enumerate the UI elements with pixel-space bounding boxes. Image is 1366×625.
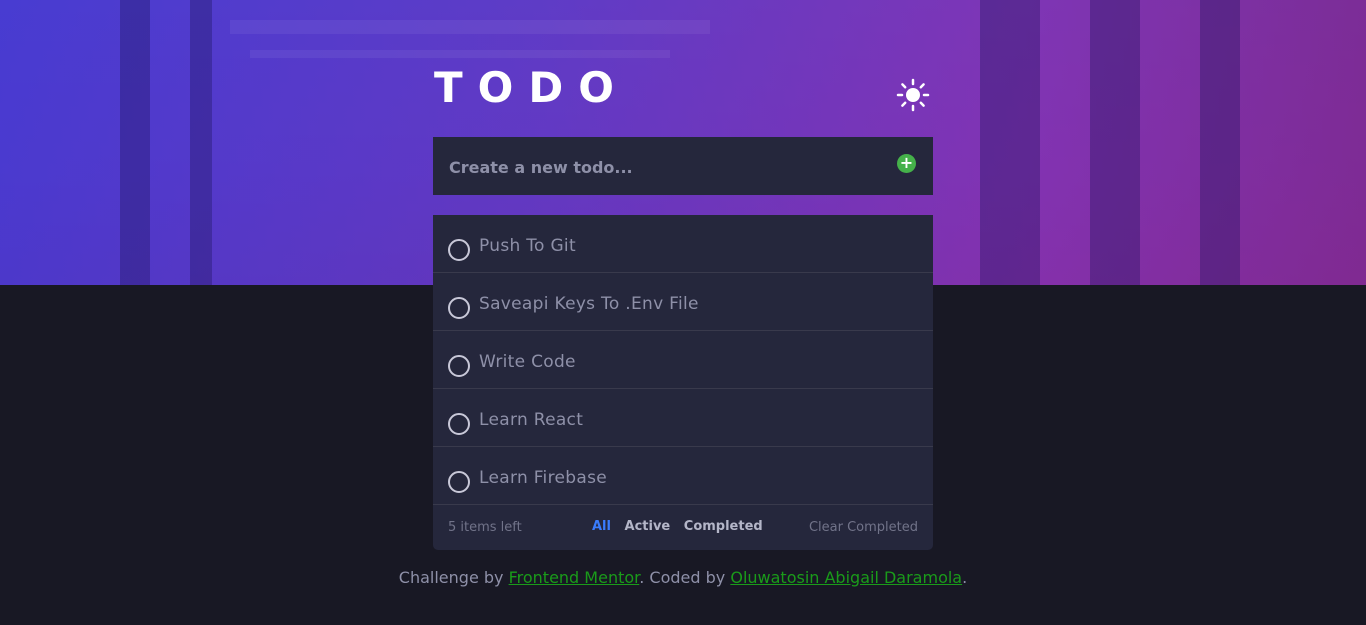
todo-text: Learn React [479,410,584,430]
todo-item[interactable]: Write Code [433,331,933,389]
filter-all[interactable]: All [592,519,611,534]
author-link[interactable]: Oluwatosin Abigail Daramola [730,568,962,587]
attribution-suffix: . [962,568,968,587]
todo-item[interactable]: Learn Firebase [433,447,933,505]
checkbox-circle-icon[interactable] [448,413,470,435]
attribution: Challenge by Frontend Mentor. Coded by O… [0,568,1366,587]
filter-active[interactable]: Active [625,519,671,534]
todo-item[interactable]: Saveapi Keys To .Env File [433,273,933,331]
todo-text: Push To Git [479,236,576,256]
checkbox-circle-icon[interactable] [448,297,470,319]
add-todo-button[interactable]: + [897,154,916,173]
theme-toggle-button[interactable] [896,78,930,112]
list-footer: 5 items left All Active Completed Clear … [433,505,933,550]
new-todo-bar: + [433,137,933,197]
todo-item[interactable]: Push To Git [433,215,933,273]
attribution-middle: . Coded by [639,568,731,587]
sun-icon [896,78,930,112]
todo-item[interactable]: Learn React [433,389,933,447]
todo-list: Push To Git Saveapi Keys To .Env File Wr… [433,215,933,550]
plus-circle-icon: + [899,153,914,172]
clear-completed-button[interactable]: Clear Completed [809,520,918,535]
checkbox-circle-icon[interactable] [448,471,470,493]
app-title: TODO [434,63,629,112]
filter-completed[interactable]: Completed [684,519,763,534]
checkbox-circle-icon[interactable] [448,355,470,377]
todo-text: Saveapi Keys To .Env File [479,294,699,314]
new-todo-input[interactable] [447,137,881,197]
checkbox-circle-icon[interactable] [448,239,470,261]
todo-text: Learn Firebase [479,468,607,488]
todo-text: Write Code [479,352,576,372]
attribution-prefix: Challenge by [398,568,509,587]
frontend-mentor-link[interactable]: Frontend Mentor [509,568,640,587]
items-left-count: 5 items left [448,520,522,535]
filter-group: All Active Completed [592,519,772,534]
